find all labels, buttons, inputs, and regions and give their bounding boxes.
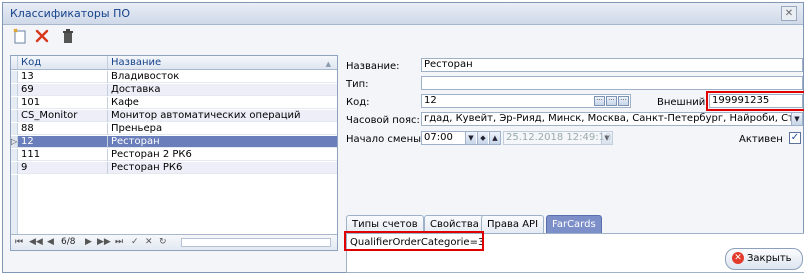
window-titlebar: Классификаторы ПО ✕ <box>3 3 803 25</box>
nav-prev-page-button[interactable]: ◀◀ <box>29 235 43 250</box>
code-value: 12 <box>424 95 437 106</box>
cell-name: Ресторан РК6 <box>111 162 183 173</box>
table-row[interactable]: 88 Преньера <box>11 123 337 135</box>
cell-name: Доставка <box>111 84 161 95</box>
cell-code: 12 <box>18 136 108 148</box>
table-row-selected[interactable]: ▷ 12 Ресторан <box>11 136 337 148</box>
cell-code: 13 <box>18 71 108 83</box>
code-generate-button[interactable]: ··· <box>606 96 617 106</box>
cell-name: Владивосток <box>111 71 180 82</box>
table-row[interactable]: 111 Ресторан 2 РК6 <box>11 149 337 161</box>
window-title: Классификаторы ПО <box>10 7 130 20</box>
nav-last-button[interactable]: ⏭ <box>115 235 123 250</box>
external-label: Внешний: <box>657 97 709 108</box>
code-field[interactable]: 12 ··· ··· ··· <box>421 94 631 108</box>
classifiers-window: Классификаторы ПО ✕ Код Название ▲ 13 Вл… <box>2 2 804 273</box>
type-field[interactable] <box>421 76 803 90</box>
code-clear-button[interactable]: ··· <box>618 96 629 106</box>
name-label: Название: <box>346 61 400 72</box>
delete-x-icon[interactable] <box>33 28 51 46</box>
column-header-name-label: Название <box>111 57 162 68</box>
timezone-dropdown-icon[interactable]: ▼ <box>791 113 802 125</box>
row-indicator <box>11 123 18 135</box>
nav-cancel-button[interactable]: ✕ <box>145 235 153 250</box>
cell-code: CS_Monitor <box>18 110 108 122</box>
cell-code: 9 <box>18 162 108 174</box>
nav-refresh-button[interactable]: ↻ <box>159 235 167 250</box>
shift-time-field[interactable]: 07:00 ▼ ◆ ▲ <box>421 131 501 145</box>
active-label: Активен <box>739 134 783 145</box>
new-document-icon[interactable] <box>11 28 29 46</box>
shift-label: Начало смены: <box>346 134 425 145</box>
navigator-scrollbar[interactable] <box>181 238 331 247</box>
window-close-button[interactable]: ✕ <box>781 6 797 21</box>
close-button[interactable]: ✕ Закрыть <box>725 248 803 270</box>
code-label: Код: <box>346 97 370 108</box>
table-row[interactable]: 9 Ресторан РК6 <box>11 162 337 174</box>
name-field[interactable]: Ресторан <box>421 58 803 72</box>
grid-header-indicator <box>11 56 18 69</box>
nav-first-button[interactable]: ⏮ <box>15 235 23 250</box>
sort-ascending-icon: ▲ <box>325 60 331 68</box>
timezone-label: Часовой пояс: <box>346 115 420 126</box>
shift-time-dropdown-icon[interactable]: ▼ <box>465 132 476 144</box>
trash-icon[interactable] <box>59 28 77 46</box>
shift-time-value: 07:00 <box>424 132 453 143</box>
row-indicator <box>11 71 18 83</box>
shift-datetime-value: 25.12.2018 12:49:10 <box>506 132 612 143</box>
nav-next-button[interactable]: ▶ <box>85 235 92 250</box>
cell-code: 69 <box>18 84 108 96</box>
shift-datetime-dropdown-icon: ▼ <box>601 132 612 144</box>
toolbar <box>11 28 91 48</box>
column-header-name[interactable]: Название ▲ <box>108 56 337 69</box>
classifiers-grid: Код Название ▲ 13 Владивосток 69 Доставк… <box>10 55 338 251</box>
row-indicator <box>11 110 18 122</box>
cell-name: Ресторан <box>111 136 160 147</box>
nav-next-page-button[interactable]: ▶▶ <box>97 235 111 250</box>
highlight-external-field <box>706 91 804 111</box>
grid-header: Код Название ▲ <box>11 56 337 70</box>
shift-time-up-icon[interactable]: ▲ <box>489 132 500 144</box>
grid-empty-indicator <box>11 175 18 235</box>
shift-time-spin-icon[interactable]: ◆ <box>477 132 488 144</box>
table-row[interactable]: 101 Кафе <box>11 97 337 109</box>
tab-api-rights[interactable]: Права API <box>481 215 545 233</box>
type-label: Тип: <box>346 79 369 90</box>
cell-code: 88 <box>18 123 108 135</box>
table-row[interactable]: CS_Monitor Монитор автоматических операц… <box>11 110 337 122</box>
close-circle-icon: ✕ <box>732 252 744 264</box>
highlight-farcards-text <box>344 231 484 251</box>
row-indicator <box>11 162 18 174</box>
nav-post-button[interactable]: ✓ <box>131 235 139 250</box>
timezone-select[interactable]: гдад, Кувейт, Эр-Рияд, Минск, Москва, Са… <box>421 112 803 126</box>
cell-code: 101 <box>18 97 108 109</box>
close-button-label: Закрыть <box>747 253 792 264</box>
active-checkbox[interactable]: ✓ <box>789 132 801 144</box>
cell-name: Ресторан 2 РК6 <box>111 149 192 160</box>
record-navigator: ⏮ ◀◀ ◀ 6/8 ▶ ▶▶ ⏭ ✓ ✕ ↻ <box>11 234 337 250</box>
row-indicator <box>11 97 18 109</box>
cell-name: Монитор автоматических операций <box>111 110 301 121</box>
row-indicator <box>11 84 18 96</box>
nav-prev-button[interactable]: ◀ <box>47 235 54 250</box>
cell-code: 111 <box>18 149 108 161</box>
shift-datetime-field: 25.12.2018 12:49:10 ▼ <box>503 131 613 145</box>
current-row-indicator: ▷ <box>11 136 18 148</box>
code-ellipsis-button[interactable]: ··· <box>594 96 605 106</box>
row-indicator <box>11 149 18 161</box>
cell-name: Кафе <box>111 97 139 108</box>
tab-farcards[interactable]: FarCards <box>546 215 602 233</box>
nav-position: 6/8 <box>61 237 76 247</box>
timezone-value: гдад, Кувейт, Эр-Рияд, Минск, Москва, Са… <box>424 113 803 124</box>
column-header-code[interactable]: Код <box>18 56 108 69</box>
cell-name: Преньера <box>111 123 163 134</box>
table-row[interactable]: 69 Доставка <box>11 84 337 96</box>
table-row[interactable]: 13 Владивосток <box>11 71 337 83</box>
